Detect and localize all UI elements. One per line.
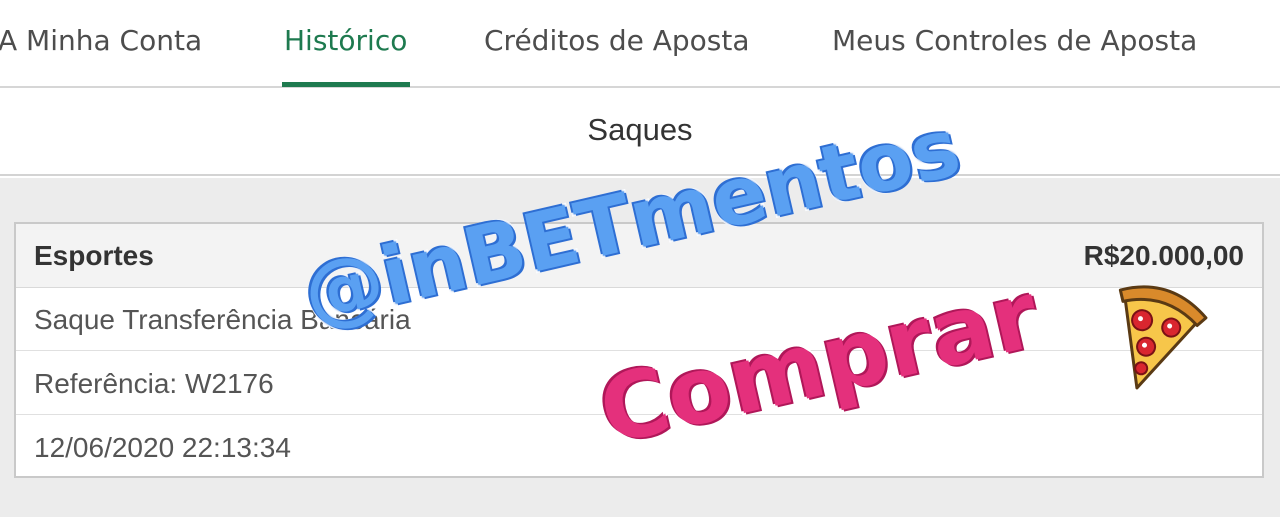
transaction-datetime: 12/06/2020 22:13:34 xyxy=(34,432,291,463)
tab-bet-controls[interactable]: Meus Controles de Aposta xyxy=(832,24,1197,57)
transaction-amount: R$20.000,00 xyxy=(1083,240,1244,271)
transaction-method: Saque Transferência Bancária xyxy=(34,304,411,335)
transaction-reference: Referência: W2176 xyxy=(34,368,274,399)
list-item: Saque Transferência Bancária xyxy=(16,288,1262,351)
section-title: Saques xyxy=(587,112,693,147)
account-nav: A Minha Conta Histórico Créditos de Apos… xyxy=(0,0,1280,88)
list-item: Referência: W2176 xyxy=(16,352,1262,415)
list-item: 12/06/2020 22:13:34 xyxy=(16,416,1262,479)
transaction-category: Esportes xyxy=(34,240,154,271)
withdrawal-card: Esportes R$20.000,00 Saque Transferência… xyxy=(14,222,1264,478)
tab-bet-credits[interactable]: Créditos de Aposta xyxy=(484,24,750,57)
tab-my-account[interactable]: A Minha Conta xyxy=(0,24,202,57)
card-header: Esportes R$20.000,00 xyxy=(16,224,1262,288)
tab-history[interactable]: Histórico xyxy=(284,24,407,57)
active-tab-indicator xyxy=(282,82,410,87)
